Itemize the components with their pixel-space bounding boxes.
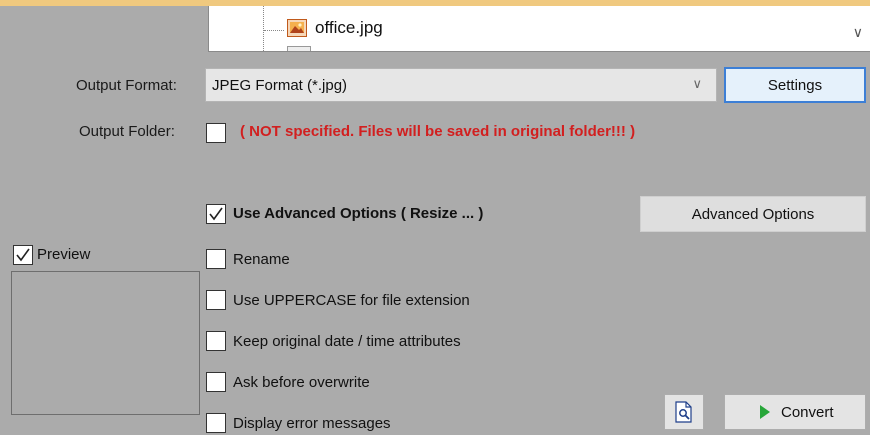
advanced-options-label: Use Advanced Options ( Resize ... ) [233,205,484,222]
uppercase-extension-label: Use UPPERCASE for file extension [233,292,470,309]
advanced-options-button-label: Advanced Options [691,205,815,223]
display-errors-label: Display error messages [233,415,391,432]
keep-date-checkbox[interactable] [206,331,226,351]
preview-label: Preview [37,246,91,263]
tree-item-label: office.jpg [315,18,383,37]
tree-item-file[interactable]: office.jpg [287,18,383,38]
image-file-icon [287,19,307,37]
convert-button[interactable]: Convert [724,394,866,430]
output-folder-warning: ( NOT specified. Files will be saved in … [240,123,636,140]
preview-checkbox[interactable] [13,245,33,265]
uppercase-extension-checkbox[interactable] [206,290,226,310]
checkmark-icon [16,248,30,262]
convert-button-label: Convert [781,403,834,421]
output-format-label: Output Format: [76,77,177,94]
chevron-down-icon[interactable]: ∨ [853,24,863,41]
ask-overwrite-label: Ask before overwrite [233,374,370,391]
display-errors-checkbox[interactable] [206,413,226,433]
output-format-select[interactable]: JPEG Format (*.jpg) ∨ [205,68,717,102]
advanced-options-checkbox[interactable] [206,204,226,224]
settings-button[interactable]: Settings [724,67,866,103]
tree-connector-line [263,6,264,51]
preview-file-button[interactable] [664,394,704,430]
ask-overwrite-checkbox[interactable] [206,372,226,392]
output-folder-label: Output Folder: [79,123,175,140]
chevron-down-icon: ∨ [692,76,702,91]
file-tree[interactable]: office.jpg ∨ [208,6,870,52]
play-arrow-icon [760,405,770,419]
settings-button-label: Settings [767,76,823,94]
advanced-options-button[interactable]: Advanced Options [640,196,866,232]
checkmark-icon [209,207,223,221]
tree-item-partial [287,46,311,51]
output-format-value: JPEG Format (*.jpg) [212,76,348,94]
preview-pane [11,271,200,415]
document-magnifier-icon [675,401,692,423]
keep-date-label: Keep original date / time attributes [233,333,461,350]
rename-checkbox[interactable] [206,249,226,269]
rename-label: Rename [233,251,290,268]
output-folder-checkbox[interactable] [206,123,226,143]
tree-branch-line [264,30,284,31]
